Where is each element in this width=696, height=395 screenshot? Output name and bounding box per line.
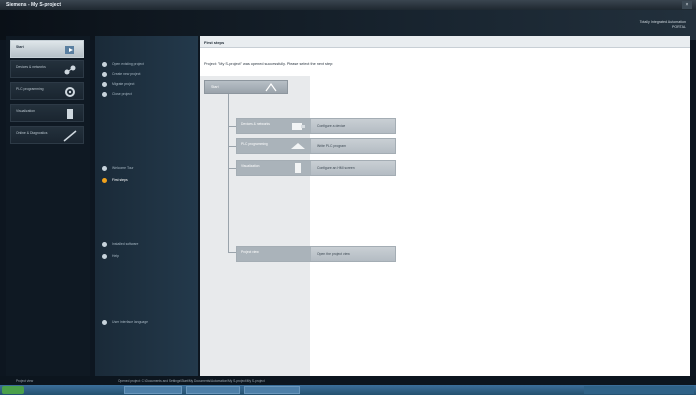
step-action: Write PLC program xyxy=(317,144,346,148)
portal-tile-label: Devices & networks xyxy=(16,65,46,69)
tia-portal-window: Siemens - My S-project × Totally Integra… xyxy=(0,0,696,395)
window-title: Siemens - My S-project xyxy=(6,2,62,8)
action-nav: Open existing project Create new project… xyxy=(95,36,198,376)
step-label: Visualization xyxy=(241,164,260,168)
taskbar-button[interactable] xyxy=(124,386,182,394)
step-action: Open the project view xyxy=(317,252,350,256)
nav-label: Close project xyxy=(112,92,132,96)
step-devices-networks[interactable]: Devices & networks Configure a device xyxy=(236,118,396,134)
portal-tile-label: Start xyxy=(16,45,24,49)
nav-create-new-project[interactable]: Create new project xyxy=(102,70,140,78)
project-view-link[interactable]: Project view xyxy=(16,379,33,383)
title-bar: Siemens - My S-project × xyxy=(0,0,696,10)
nav-user-interface-language[interactable]: User interface language xyxy=(102,318,148,326)
windows-start-button[interactable] xyxy=(2,386,24,394)
system-tray xyxy=(584,386,694,394)
nav-label: First steps xyxy=(112,178,128,182)
nav-open-existing-project[interactable]: Open existing project xyxy=(102,60,144,68)
portal-tile-devices-networks[interactable]: Devices & networks xyxy=(10,60,84,78)
start-icon xyxy=(265,82,277,92)
start-icon xyxy=(65,46,74,54)
first-steps-panel: First steps Project: "My S-project" was … xyxy=(200,36,690,376)
bullet-icon xyxy=(102,241,107,247)
status-bar: Project view Opened project: C:\Document… xyxy=(0,376,696,385)
nav-label: Migrate project xyxy=(112,82,135,86)
tree-connector xyxy=(228,126,236,127)
bullet-icon xyxy=(102,81,107,87)
taskbar-button[interactable] xyxy=(244,386,300,394)
brand: Totally Integrated Automation PORTAL xyxy=(640,20,686,30)
selected-bullet-icon xyxy=(102,177,107,183)
nav-label: Help xyxy=(112,254,119,258)
plc-write-icon xyxy=(291,143,305,149)
step-label: PLC programming xyxy=(241,142,268,146)
nav-first-steps[interactable]: First steps xyxy=(102,176,128,184)
step-project-view[interactable]: Project view Open the project view xyxy=(236,246,396,262)
close-button[interactable]: × xyxy=(682,1,692,9)
portal-tile-plc-programming[interactable]: PLC programming xyxy=(10,82,84,100)
portal-tile-label: Visualization xyxy=(16,109,35,113)
nav-migrate-project[interactable]: Migrate project xyxy=(102,80,134,88)
brand-line2: PORTAL xyxy=(671,25,686,29)
nav-label: User interface language xyxy=(112,320,149,324)
portal-tile-label: Online & Diagnostics xyxy=(16,131,48,135)
portal-tile-online-diagnostics[interactable]: Online & Diagnostics xyxy=(10,126,84,144)
portal-tile-start[interactable]: Start xyxy=(10,40,84,58)
status-message: Opened project: C:\Documents and Setting… xyxy=(118,379,265,383)
online-diagnostics-icon xyxy=(63,130,77,142)
nav-label: Open existing project xyxy=(112,62,144,66)
nav-label: Installed software xyxy=(112,242,139,246)
step-label: Devices & networks xyxy=(241,122,270,126)
start-node: Start xyxy=(204,80,288,94)
devices-icon xyxy=(64,65,76,75)
nav-label: Create new project xyxy=(112,72,141,76)
bullet-icon xyxy=(102,61,107,67)
nav-welcome-tour[interactable]: Welcome Tour xyxy=(102,164,134,172)
bullet-icon xyxy=(102,91,107,97)
step-action: Configure a device xyxy=(317,124,346,128)
start-node-label: Start xyxy=(211,85,219,89)
hmi-screen-icon xyxy=(295,163,301,173)
tree-connector xyxy=(228,168,236,169)
step-action: Configure an HMI screen xyxy=(317,166,355,170)
bullet-icon xyxy=(102,319,107,325)
nav-label: Welcome Tour xyxy=(112,166,134,170)
tree-connector xyxy=(228,94,229,252)
nav-help[interactable]: Help xyxy=(102,252,119,260)
portal-column: Start Devices & networks PLC programming… xyxy=(6,36,90,376)
project-opened-message: Project: "My S-project" was opened succe… xyxy=(204,62,334,66)
tree-connector xyxy=(228,252,236,253)
nav-close-project[interactable]: Close project xyxy=(102,90,132,98)
nav-installed-software[interactable]: Installed software xyxy=(102,240,138,248)
taskbar-button[interactable] xyxy=(186,386,240,394)
portal-tile-visualization[interactable]: Visualization xyxy=(10,104,84,122)
plc-programming-icon xyxy=(65,87,75,97)
step-plc-programming[interactable]: PLC programming Write PLC program xyxy=(236,138,396,154)
device-config-icon xyxy=(292,123,305,130)
step-visualization[interactable]: Visualization Configure an HMI screen xyxy=(236,160,396,176)
portal-tile-label: PLC programming xyxy=(16,87,44,91)
windows-taskbar xyxy=(0,385,696,395)
page-title: First steps xyxy=(204,40,225,45)
panel-header: First steps xyxy=(200,36,690,48)
bullet-icon xyxy=(102,253,107,259)
bullet-icon xyxy=(102,165,107,171)
step-label: Project view xyxy=(241,250,259,254)
visualization-icon xyxy=(67,109,73,119)
tree-connector xyxy=(228,146,236,147)
bullet-icon xyxy=(102,71,107,77)
